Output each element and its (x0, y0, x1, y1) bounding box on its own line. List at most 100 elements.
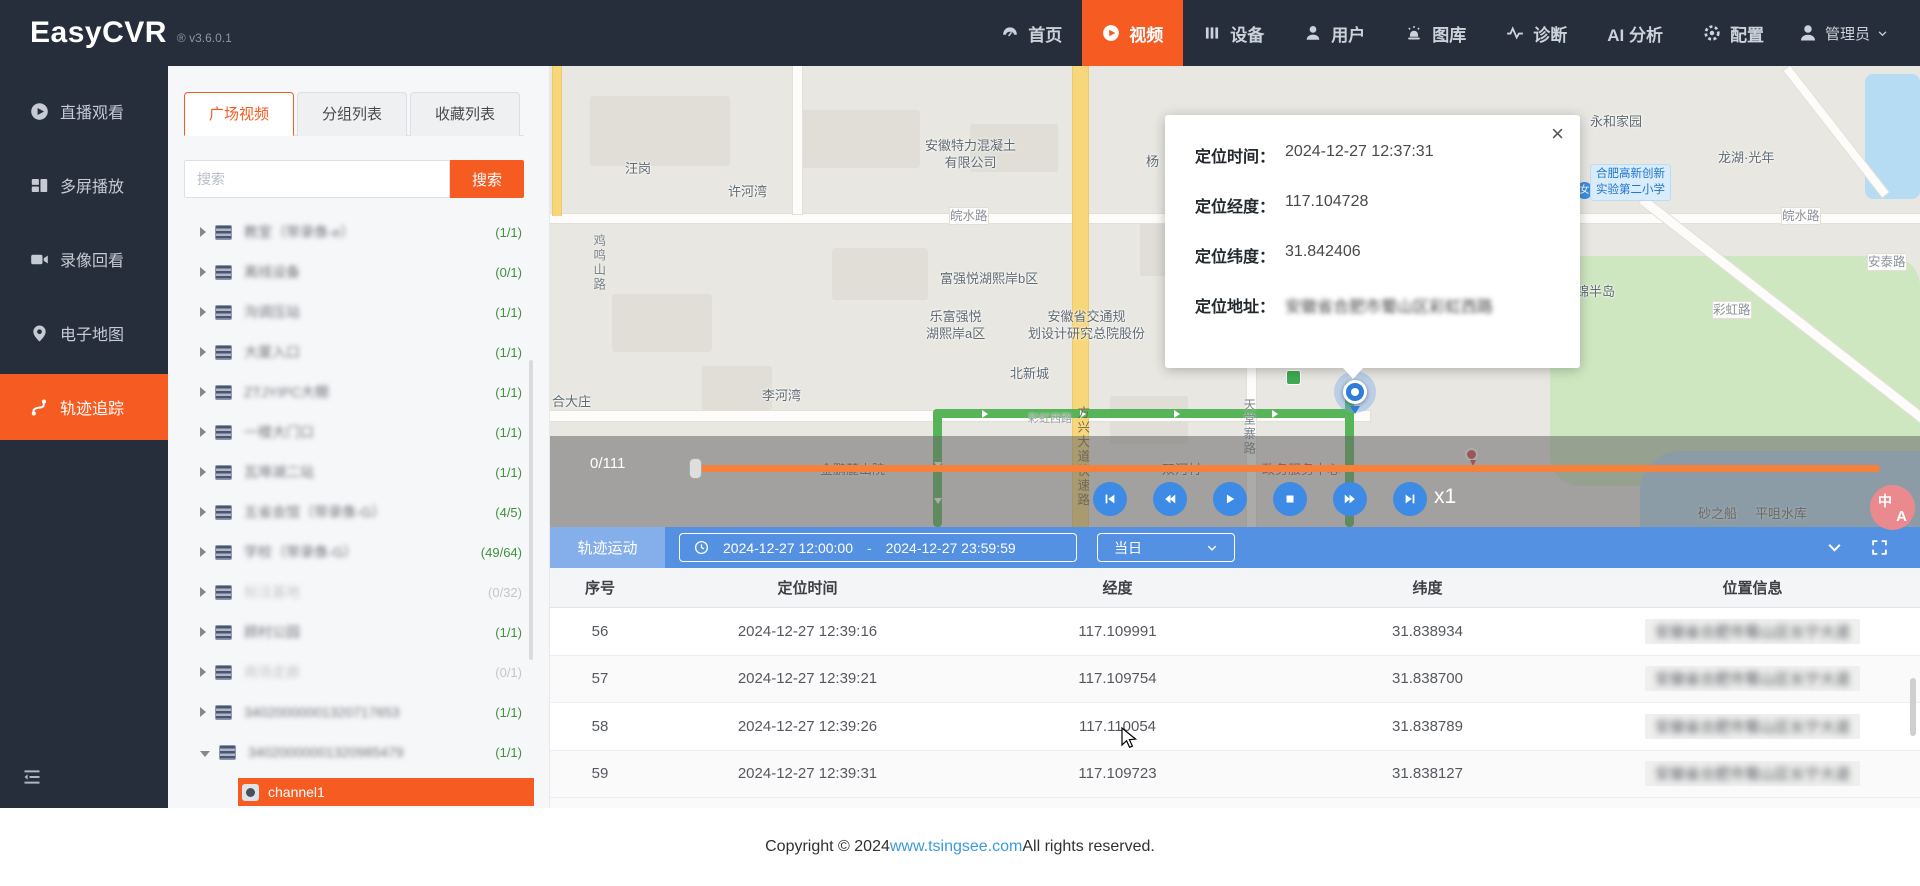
device-tree: 教室（带录像-e） (1/1) 离线设备 (0/1) 沟调压站 (1/1) 大厦入口 (1/1… (168, 212, 549, 808)
nav-item-config[interactable]: 配置 (1683, 0, 1784, 66)
tree-item[interactable]: 商场走廊 (0/1) (168, 652, 549, 692)
tsingsee-link[interactable]: www.tsingsee.com (890, 838, 1023, 856)
collapse-table-icon[interactable] (1826, 539, 1843, 556)
chevron-right-icon[interactable] (200, 627, 206, 637)
tree-item[interactable]: 学校（带录像-G） (49/64) (168, 532, 549, 572)
admin-avatar-icon (1800, 25, 1815, 41)
tree-item[interactable]: 教室（带录像-e） (1/1) (168, 212, 549, 252)
popup-field-label: 定位纬度： (1195, 249, 1276, 266)
user-menu[interactable]: 管理员 (1784, 0, 1910, 66)
tree-item[interactable]: 一楼大门口 (1/1) (168, 412, 549, 452)
nav-item-label: AI 分析 (1607, 25, 1663, 45)
chevron-right-icon[interactable] (200, 467, 206, 477)
nav-item-home[interactable]: 首页 (981, 0, 1082, 66)
cell-seq: 56 (591, 622, 609, 640)
chevron-right-icon[interactable] (200, 227, 206, 237)
cell-time: 2024-12-27 12:39:26 (737, 717, 878, 735)
tree-item[interactable]: 沟调压站 (1/1) (168, 292, 549, 332)
chevron-right-icon[interactable] (200, 707, 206, 717)
map-label: 彩虹西路 (1028, 413, 1072, 425)
nav-item-device[interactable]: 设备 (1183, 0, 1284, 66)
chevron-right-icon[interactable] (200, 347, 206, 357)
panel-scrollbar[interactable] (529, 360, 533, 660)
chevron-right-icon[interactable] (200, 547, 206, 557)
sidebar-item-playback[interactable]: 录像回看 (0, 226, 168, 292)
translate-badge[interactable]: 中 A (1870, 485, 1915, 530)
nav-item-gallery[interactable]: 图库 (1385, 0, 1486, 66)
tab-2[interactable]: 收藏列表 (410, 92, 520, 136)
tree-item[interactable]: 34020000001320985479 (1/1) (168, 732, 549, 772)
popup-field-label: 定位经度： (1195, 199, 1276, 216)
chevron-down-icon[interactable] (200, 750, 210, 757)
table-scrollbar[interactable] (1910, 678, 1916, 736)
track-progress-bar[interactable] (689, 458, 1880, 479)
table-row[interactable]: 56 2024-12-27 12:39:16 117.109991 31.838934… (550, 608, 1920, 656)
table-row[interactable]: 57 2024-12-27 12:39:21 117.109754 31.838700… (550, 655, 1920, 703)
fast-forward-button[interactable] (1333, 482, 1367, 516)
channel-count: (0/1) (495, 264, 522, 280)
table-row[interactable]: 58 2024-12-27 12:39:26 117.110054 31.838789… (550, 703, 1920, 751)
tab-0[interactable]: 广场视频 (184, 92, 294, 136)
tree-item[interactable]: 标注基地 (0/32) (168, 572, 549, 612)
camera-location-marker[interactable] (1343, 380, 1367, 404)
cell-seq: 59 (591, 765, 609, 783)
copyright-suffix: All rights reserved. (1022, 838, 1155, 855)
nav-item-ai[interactable]: AI 分析 (1587, 0, 1683, 66)
time-range-picker[interactable]: 2024-12-27 12:00:00 - 2024-12-27 23:59:5… (679, 533, 1077, 562)
sidebar-item-track-trace[interactable]: 轨迹追踪 (0, 374, 168, 440)
nav-item-user[interactable]: 用户 (1284, 0, 1385, 66)
popup-field-label: 定位地址： (1195, 299, 1276, 316)
cell-time: 2024-12-27 12:39:31 (737, 765, 878, 783)
sidebar-item-live-view[interactable]: 直播观看 (0, 78, 168, 144)
play-button[interactable] (1213, 482, 1247, 516)
tree-item[interactable]: ZTJYIPC大棚 (1/1) (168, 372, 549, 412)
popup-field-label: 定位时间： (1195, 149, 1276, 166)
sidebar-item-label: 多屏播放 (60, 179, 125, 196)
sidebar-item-label: 轨迹追踪 (60, 401, 125, 418)
player-buttons (1093, 482, 1427, 516)
tree-item[interactable]: 五省会馆（带录像-G） (4/5) (168, 492, 549, 532)
tree-item[interactable]: 瓦埠湖二站 (1/1) (168, 452, 549, 492)
search-button[interactable]: 搜索 (450, 160, 524, 198)
device-name: 顾村公园 (244, 624, 300, 640)
left-sidebar: 直播观看多屏播放录像回看电子地图轨迹追踪 (0, 66, 168, 808)
chevron-right-icon[interactable] (200, 507, 206, 517)
skip-start-button[interactable] (1093, 482, 1127, 516)
fullscreen-icon[interactable] (1871, 539, 1888, 556)
popup-close-icon[interactable]: × (1551, 123, 1564, 145)
cell-lng: 117.109991 (1078, 622, 1157, 640)
search-input[interactable] (184, 160, 450, 198)
track-route (933, 409, 1353, 418)
sidebar-collapse-icon[interactable] (22, 767, 42, 792)
chevron-right-icon[interactable] (200, 307, 206, 317)
nav-item-label: 图库 (1432, 25, 1467, 45)
tree-item[interactable]: 顾村公园 (1/1) (168, 612, 549, 652)
range-select[interactable]: 当日 (1097, 533, 1235, 562)
chevron-right-icon[interactable] (200, 267, 206, 277)
tab-1[interactable]: 分组列表 (297, 92, 407, 136)
channel-item-selected[interactable]: channel1 (238, 778, 534, 806)
device-name: 一楼大门口 (244, 424, 314, 440)
chevron-right-icon[interactable] (200, 427, 206, 437)
track-points-table: 序号 定位时间 经度 纬度 位置信息 56 2024-12-27 12:39:16… (550, 568, 1920, 808)
tree-item[interactable]: 离线设备 (0/1) (168, 252, 549, 292)
map-label: 乐富强悦 湖熙岸a区 (926, 309, 986, 341)
rewind-button[interactable] (1153, 482, 1187, 516)
nav-item-video[interactable]: 视频 (1082, 0, 1184, 66)
table-row[interactable]: 59 2024-12-27 12:39:31 117.109723 31.838127… (550, 750, 1920, 798)
tree-item[interactable]: 大厦入口 (1/1) (168, 332, 549, 372)
map-label: 皖水路 (1782, 208, 1820, 225)
progress-handle[interactable] (689, 458, 702, 479)
device-name: 标注基地 (244, 584, 300, 600)
skip-end-button[interactable] (1393, 482, 1427, 516)
location-info-popup: × 定位时间： 2024-12-27 12:37:31 定位经度： 117.10472… (1165, 115, 1580, 379)
sidebar-item-e-map[interactable]: 电子地图 (0, 300, 168, 366)
sidebar-item-multi-screen[interactable]: 多屏播放 (0, 152, 168, 218)
tree-item[interactable]: 34020000001320717653 (1/1) (168, 692, 549, 732)
stop-button[interactable] (1273, 482, 1307, 516)
channel-count: (49/64) (480, 544, 522, 560)
chevron-right-icon[interactable] (200, 387, 206, 397)
nav-item-diagnosis[interactable]: 诊断 (1486, 0, 1587, 66)
chevron-right-icon[interactable] (200, 667, 206, 677)
chevron-right-icon[interactable] (200, 587, 206, 597)
